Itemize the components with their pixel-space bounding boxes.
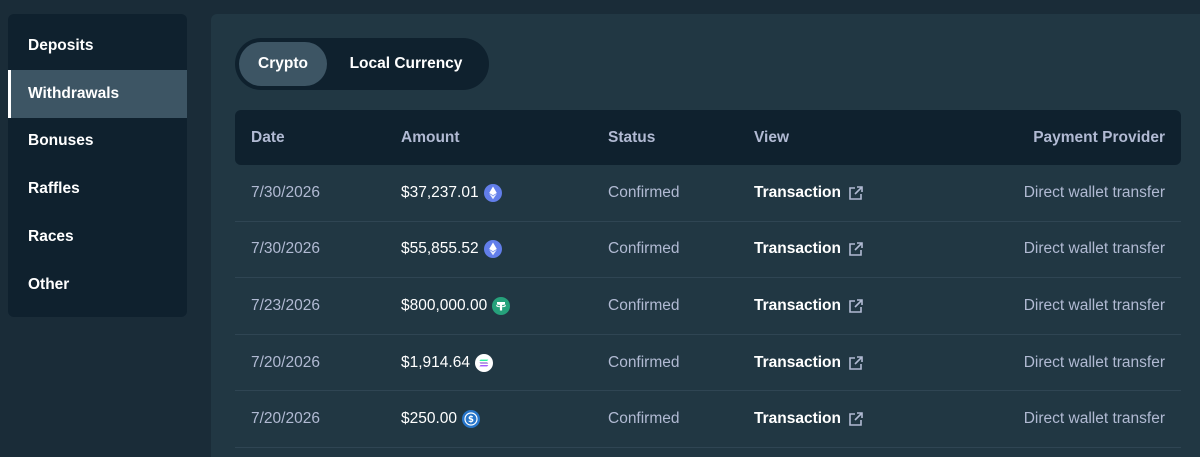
eth-icon — [483, 183, 502, 202]
sidebar-item-bonuses[interactable]: Bonuses — [8, 118, 187, 166]
transaction-link[interactable]: Transaction — [754, 240, 864, 258]
transaction-link-label: Transaction — [754, 240, 841, 258]
table-row: 7/30/2026 $55,855.52 Confirmed Transacti… — [235, 222, 1181, 279]
sidebar-item-races[interactable]: Races — [8, 213, 187, 261]
main-panel: Crypto Local Currency Date Amount Status… — [211, 14, 1200, 457]
row-status: Confirmed — [608, 410, 680, 428]
row-provider: Direct wallet transfer — [1023, 296, 1165, 314]
external-link-icon — [848, 355, 864, 371]
header-date: Date — [251, 128, 285, 146]
row-provider: Direct wallet transfer — [1023, 410, 1165, 428]
row-amount: $1,914.64 — [401, 353, 493, 372]
amount-value: $800,000.00 — [401, 296, 488, 314]
eth-icon — [483, 240, 502, 259]
sidebar-item-label: Withdrawals — [28, 84, 120, 102]
sidebar-item-raffles[interactable]: Raffles — [8, 165, 187, 213]
amount-value: $55,855.52 — [401, 240, 479, 258]
external-link-icon — [848, 185, 864, 201]
sidebar: Deposits Withdrawals Bonuses Raffles Rac… — [8, 14, 187, 317]
row-status: Confirmed — [608, 296, 680, 314]
table-row: 7/23/2026 $800,000.00 Confirmed Transact… — [235, 278, 1181, 335]
sidebar-item-label: Bonuses — [28, 132, 94, 150]
crypto-tab[interactable]: Crypto — [239, 42, 327, 86]
currency-toggle: Crypto Local Currency — [235, 38, 489, 90]
transaction-link[interactable]: Transaction — [754, 184, 864, 202]
sidebar-item-withdrawals[interactable]: Withdrawals — [8, 69, 187, 118]
header-view: View — [754, 128, 790, 146]
transaction-link[interactable]: Transaction — [754, 410, 864, 428]
transaction-link[interactable]: Transaction — [754, 297, 864, 315]
external-link-icon — [848, 298, 864, 314]
amount-value: $250.00 — [401, 410, 458, 428]
sidebar-item-label: Deposits — [28, 36, 94, 54]
table-row: 7/30/2026 $37,237.01 Confirmed Transacti… — [235, 165, 1181, 222]
header-status: Status — [608, 128, 656, 146]
amount-value: $1,914.64 — [401, 353, 470, 371]
row-provider: Direct wallet transfer — [1023, 353, 1165, 371]
table-row: 7/20/2026 $1,914.64 Confirmed Transactio… — [235, 335, 1181, 392]
row-amount: $250.00 $ — [401, 410, 481, 429]
row-provider: Direct wallet transfer — [1023, 240, 1165, 258]
row-date: 7/20/2026 — [251, 353, 320, 371]
table-header: Date Amount Status View Payment Provider — [235, 110, 1181, 165]
external-link-icon — [848, 241, 864, 257]
sol-icon — [474, 353, 493, 372]
row-status: Confirmed — [608, 353, 680, 371]
usdc-icon: $ — [462, 410, 481, 429]
sidebar-item-deposits[interactable]: Deposits — [8, 22, 187, 70]
transaction-link-label: Transaction — [754, 353, 841, 371]
sidebar-item-label: Raffles — [28, 180, 80, 198]
transaction-link-label: Transaction — [754, 183, 841, 201]
svg-text:$: $ — [468, 415, 474, 425]
transaction-link-label: Transaction — [754, 296, 841, 314]
transaction-link-label: Transaction — [754, 410, 841, 428]
sidebar-item-other[interactable]: Other — [8, 261, 187, 309]
row-amount: $55,855.52 — [401, 240, 502, 259]
transaction-link[interactable]: Transaction — [754, 354, 864, 372]
transactions-table: 7/30/2026 $37,237.01 Confirmed Transacti… — [235, 165, 1181, 448]
row-status: Confirmed — [608, 240, 680, 258]
amount-value: $37,237.01 — [401, 183, 479, 201]
header-amount: Amount — [401, 128, 460, 146]
row-provider: Direct wallet transfer — [1023, 183, 1165, 201]
row-date: 7/30/2026 — [251, 240, 320, 258]
row-amount: $37,237.01 — [401, 183, 502, 202]
row-date: 7/20/2026 — [251, 410, 320, 428]
header-provider: Payment Provider — [1033, 128, 1165, 146]
row-date: 7/23/2026 — [251, 296, 320, 314]
external-link-icon — [848, 411, 864, 427]
table-row: 7/20/2026 $250.00 $ Confirmed Transactio… — [235, 391, 1181, 448]
usdt-icon — [492, 296, 511, 315]
sidebar-item-label: Other — [28, 275, 70, 293]
row-date: 7/30/2026 — [251, 183, 320, 201]
row-amount: $800,000.00 — [401, 296, 511, 315]
local-currency-tab[interactable]: Local Currency — [327, 42, 485, 86]
sidebar-item-label: Races — [28, 228, 74, 246]
row-status: Confirmed — [608, 183, 680, 201]
